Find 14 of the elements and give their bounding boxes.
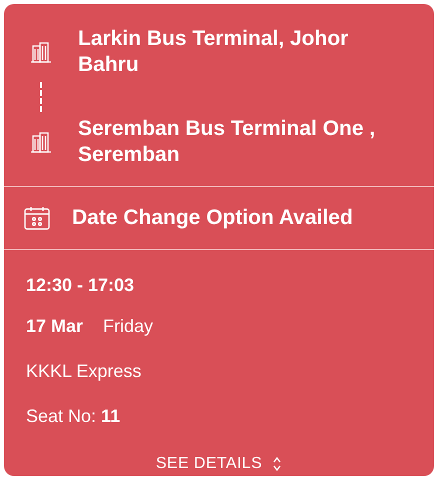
stop-name: Larkin Bus Terminal, Johor Bahru bbox=[78, 26, 350, 78]
trip-time: 12:30 - 17:03 bbox=[26, 274, 136, 297]
see-details-button[interactable]: SEE DETAILS bbox=[156, 452, 282, 476]
trip-date: 17 Mar bbox=[26, 315, 84, 338]
route-dash-line bbox=[40, 82, 42, 112]
seat-number: Seat No: 11 bbox=[26, 405, 122, 428]
date-change-notice: Date Change Option Availed bbox=[72, 205, 353, 232]
trip-weekday: Friday bbox=[103, 315, 154, 338]
expand-icon bbox=[272, 456, 282, 472]
bus-operator: KKKL Express bbox=[26, 360, 142, 383]
buildings-icon bbox=[30, 130, 52, 154]
calendar-icon bbox=[24, 206, 50, 230]
stop-name: Seremban Bus Terminal One , Seremban bbox=[78, 116, 376, 168]
buildings-icon bbox=[30, 40, 52, 64]
